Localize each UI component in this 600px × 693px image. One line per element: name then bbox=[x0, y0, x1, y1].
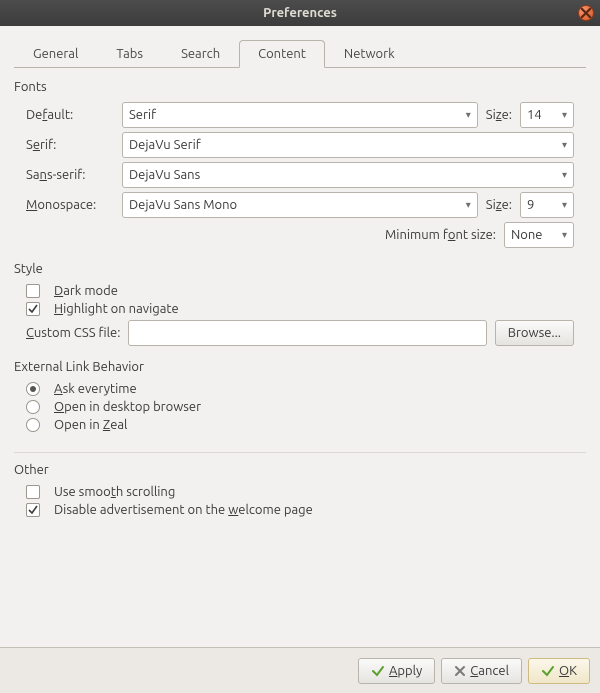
smooth-checkbox[interactable] bbox=[26, 485, 40, 499]
tab-general[interactable]: General bbox=[14, 40, 97, 68]
radio-dot-icon bbox=[30, 386, 36, 392]
desktop-row[interactable]: Open in desktop browser bbox=[26, 400, 574, 414]
ask-label: Ask everytime bbox=[54, 382, 137, 396]
highlight-row[interactable]: Highlight on navigate bbox=[26, 302, 574, 316]
extlink-group: Ask everytime Open in desktop browser Op… bbox=[14, 382, 586, 442]
custom-css-label: Custom CSS file: bbox=[26, 326, 120, 340]
dark-mode-checkbox[interactable] bbox=[26, 284, 40, 298]
default-size-select[interactable]: 14▾ bbox=[520, 102, 574, 128]
check-icon bbox=[371, 664, 385, 678]
highlight-checkbox[interactable] bbox=[26, 302, 40, 316]
style-label: Style bbox=[14, 262, 586, 276]
chevron-down-icon: ▾ bbox=[562, 169, 567, 181]
chevron-down-icon: ▾ bbox=[562, 139, 567, 151]
cancel-button[interactable]: Cancel bbox=[441, 658, 522, 684]
chevron-down-icon: ▾ bbox=[562, 229, 567, 241]
close-button[interactable] bbox=[578, 5, 594, 21]
zeal-radio[interactable] bbox=[26, 418, 40, 432]
sans-font-select[interactable]: DejaVu Sans▾ bbox=[122, 162, 574, 188]
min-font-size-select[interactable]: None▾ bbox=[504, 222, 574, 248]
chevron-down-icon: ▾ bbox=[466, 109, 471, 121]
sans-font-label: Sans-serif: bbox=[26, 168, 114, 182]
ask-radio[interactable] bbox=[26, 382, 40, 396]
desktop-radio[interactable] bbox=[26, 400, 40, 414]
apply-button[interactable]: Apply bbox=[358, 658, 435, 684]
ask-row[interactable]: Ask everytime bbox=[26, 382, 574, 396]
chevron-down-icon: ▾ bbox=[562, 199, 567, 211]
tab-network[interactable]: Network bbox=[325, 40, 414, 68]
smooth-label: Use smooth scrolling bbox=[54, 485, 175, 499]
tab-content[interactable]: Content bbox=[239, 40, 325, 68]
chevron-down-icon: ▾ bbox=[562, 109, 567, 121]
ok-button[interactable]: OK bbox=[528, 658, 590, 684]
check-icon bbox=[28, 505, 38, 515]
titlebar: Preferences bbox=[0, 0, 600, 26]
style-group: Dark mode Highlight on navigate Custom C… bbox=[14, 284, 586, 356]
default-font-select[interactable]: Serif▾ bbox=[122, 102, 478, 128]
min-font-size-label: Minimum font size: bbox=[385, 228, 496, 242]
other-label: Other bbox=[14, 463, 586, 477]
tab-search[interactable]: Search bbox=[162, 40, 239, 68]
smooth-row[interactable]: Use smooth scrolling bbox=[26, 485, 574, 499]
default-size-label: Size: bbox=[486, 108, 512, 122]
tabbar: General Tabs Search Content Network bbox=[14, 40, 586, 68]
dark-mode-row[interactable]: Dark mode bbox=[26, 284, 574, 298]
dialog-footer: Apply Cancel OK bbox=[0, 647, 600, 693]
fonts-group: Default: Serif▾ Size: 14▾ Serif: DejaVu … bbox=[14, 102, 586, 258]
check-icon bbox=[28, 304, 38, 314]
ads-row[interactable]: Disable advertisement on the welcome pag… bbox=[26, 503, 574, 517]
window-title: Preferences bbox=[263, 6, 337, 20]
mono-font-select[interactable]: DejaVu Sans Mono▾ bbox=[122, 192, 478, 218]
check-icon bbox=[541, 664, 555, 678]
mono-size-label: Size: bbox=[486, 198, 512, 212]
divider bbox=[14, 452, 586, 453]
ads-checkbox[interactable] bbox=[26, 503, 40, 517]
dark-mode-label: Dark mode bbox=[54, 284, 118, 298]
mono-size-select[interactable]: 9▾ bbox=[520, 192, 574, 218]
cancel-icon bbox=[454, 665, 466, 677]
serif-font-label: Serif: bbox=[26, 138, 114, 152]
ads-label: Disable advertisement on the welcome pag… bbox=[54, 503, 313, 517]
fonts-label: Fonts bbox=[14, 80, 586, 94]
other-group: Use smooth scrolling Disable advertiseme… bbox=[14, 485, 586, 527]
default-font-label: Default: bbox=[26, 108, 114, 122]
zeal-row[interactable]: Open in Zeal bbox=[26, 418, 574, 432]
highlight-label: Highlight on navigate bbox=[54, 302, 179, 316]
mono-font-label: Monospace: bbox=[26, 198, 114, 212]
desktop-label: Open in desktop browser bbox=[54, 400, 201, 414]
extlink-label: External Link Behavior bbox=[14, 360, 586, 374]
serif-font-select[interactable]: DejaVu Serif▾ bbox=[122, 132, 574, 158]
zeal-label: Open in Zeal bbox=[54, 418, 127, 432]
browse-button[interactable]: Browse... bbox=[495, 320, 574, 346]
custom-css-input[interactable] bbox=[128, 320, 486, 346]
close-icon bbox=[579, 6, 593, 20]
chevron-down-icon: ▾ bbox=[466, 199, 471, 211]
tab-tabs[interactable]: Tabs bbox=[97, 40, 162, 68]
